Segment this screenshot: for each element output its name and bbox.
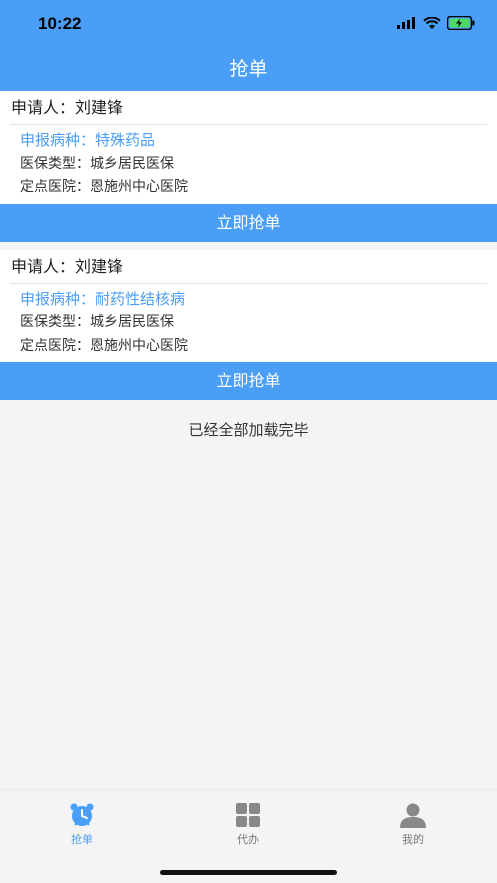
- order-details: 申报病种：耐药性结核病 医保类型：城乡居民医保 定点医院：恩施州中心医院: [10, 282, 487, 363]
- grab-order-button[interactable]: 立即抢单: [0, 362, 497, 400]
- list-end-message: 已经全部加载完毕: [188, 421, 309, 439]
- status-time: 10:22: [38, 14, 82, 33]
- insurance-type-label: 医保类型：城乡居民医保: [20, 314, 174, 330]
- tab-label: 抢单: [71, 833, 93, 846]
- tab-bar: 抢单 代办 我的: [0, 789, 497, 883]
- signal-icon: [397, 17, 415, 29]
- grid-icon: [236, 803, 260, 827]
- hospital-label: 定点医院：恩施州中心医院: [20, 179, 188, 195]
- order-card: 申请人：刘建锋 申报病种：特殊药品 医保类型：城乡居民医保 定点医院：恩施州中心…: [0, 91, 497, 242]
- hospital-label: 定点医院：恩施州中心医院: [20, 337, 188, 354]
- alarm-clock-icon: [70, 803, 94, 826]
- applicant-label: 申请人：刘建锋: [11, 256, 124, 276]
- status-bar: 10:22: [0, 0, 497, 48]
- disease-label: 申报病种：特殊药品: [20, 131, 156, 149]
- grab-order-button[interactable]: 立即抢单: [0, 203, 497, 242]
- tab-label: 我的: [402, 833, 424, 846]
- applicant-label: 申请人：刘建锋: [11, 98, 124, 117]
- tab-agency[interactable]: 代办: [208, 802, 288, 847]
- home-indicator: [160, 870, 337, 875]
- order-details: 申报病种：特殊药品 医保类型：城乡居民医保 定点医院：恩施州中心医院: [10, 124, 487, 204]
- order-card: 申请人：刘建锋 申报病种：耐药性结核病 医保类型：城乡居民医保 定点医院：恩施州…: [0, 249, 497, 400]
- disease-label: 申报病种：耐药性结核病: [20, 289, 186, 308]
- tab-mine[interactable]: 我的: [373, 802, 453, 847]
- status-icons: [397, 16, 475, 30]
- page-title: 抢单: [229, 58, 268, 80]
- wifi-icon: [423, 16, 441, 29]
- order-list: 申请人：刘建锋 申报病种：特殊药品 医保类型：城乡居民医保 定点医院：恩施州中心…: [0, 91, 497, 400]
- tab-grab-orders[interactable]: 抢单: [42, 802, 122, 847]
- battery-charging-icon: [447, 16, 475, 30]
- insurance-type-label: 医保类型：城乡居民医保: [20, 155, 174, 172]
- tab-label: 代办: [237, 833, 259, 846]
- nav-bar: 抢单: [0, 48, 497, 91]
- user-icon: [400, 803, 426, 828]
